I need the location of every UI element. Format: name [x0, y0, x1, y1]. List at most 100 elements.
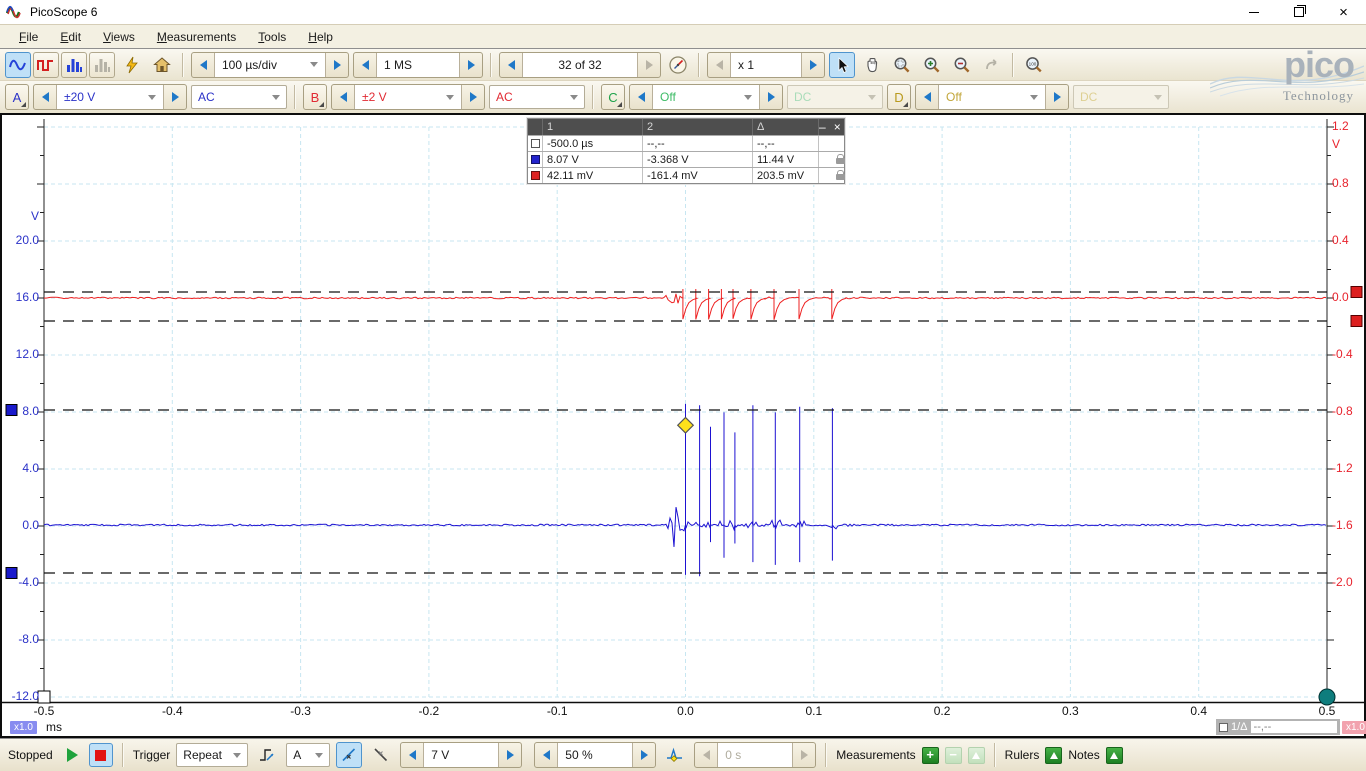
delay-down-button[interactable]: [695, 743, 717, 767]
menu-views[interactable]: Views: [92, 27, 146, 47]
title-bar: PicoScope 6 ×: [0, 0, 1366, 24]
lock-icon[interactable]: [836, 158, 845, 164]
channel-b-ruler-2-value: -161.4 mV: [642, 168, 752, 183]
zoom-factor-field[interactable]: x 1: [730, 53, 802, 77]
trigger-level-down-button[interactable]: [401, 743, 423, 767]
add-measurement-button[interactable]: +: [922, 747, 939, 764]
left-axis-tick-label: 0.0: [2, 518, 39, 532]
hysteresis-up-button[interactable]: [633, 743, 655, 767]
channel-d-range-next[interactable]: [1046, 85, 1068, 109]
hand-tool-button[interactable]: [859, 52, 885, 78]
channel-b-coupling-select[interactable]: AC: [489, 85, 585, 109]
channel-d-range-select[interactable]: Off: [938, 85, 1046, 109]
persistence-disabled-button: [89, 52, 115, 78]
samples-next-button[interactable]: [460, 53, 482, 77]
channel-c-range-select[interactable]: Off: [652, 85, 760, 109]
buffer-overview-button[interactable]: [665, 52, 691, 78]
channel-c-range-next[interactable]: [760, 85, 782, 109]
hysteresis-down-button[interactable]: [535, 743, 557, 767]
channel-b-range-next[interactable]: [462, 85, 484, 109]
zoom-marquee-button[interactable]: [889, 52, 915, 78]
zoom-100-button[interactable]: 100: [1021, 52, 1047, 78]
channel-a-coupling-select[interactable]: AC: [191, 85, 287, 109]
buffer-value: 32 of 32: [558, 58, 601, 72]
channel-c-options-button[interactable]: C: [601, 84, 625, 110]
persistence-view-button[interactable]: [33, 52, 59, 78]
lock-icon[interactable]: [836, 174, 845, 180]
channel-a-range-next[interactable]: [164, 85, 186, 109]
rising-edge-button[interactable]: [336, 742, 362, 768]
minimize-button[interactable]: [1231, 0, 1276, 24]
samples-field[interactable]: 1 MS: [376, 53, 460, 77]
menu-file[interactable]: File: [8, 27, 49, 47]
home-settings-button[interactable]: [149, 52, 175, 78]
x-axis-tick-label: 0.0: [664, 704, 708, 718]
left-axis-tick-label: -4.0: [2, 575, 39, 589]
buffer-prev-button[interactable]: [500, 53, 522, 77]
falling-edge-icon: [372, 746, 390, 764]
trigger-level-field[interactable]: 7 V: [423, 743, 499, 767]
trigger-marker-button[interactable]: [662, 742, 688, 768]
channel-a-range-select[interactable]: ±20 V: [56, 85, 164, 109]
channel-d-label: D: [894, 90, 903, 105]
time-ruler-handle[interactable]: [38, 691, 50, 703]
falling-edge-button[interactable]: [368, 742, 394, 768]
restore-button[interactable]: [1276, 0, 1321, 24]
pointer-tool-button[interactable]: [829, 52, 855, 78]
channel-b-label: B: [311, 90, 320, 105]
overlay-close-button[interactable]: ×: [834, 121, 841, 133]
channel-b-ruler-handle[interactable]: [1351, 315, 1362, 326]
delay-up-button[interactable]: [793, 743, 815, 767]
menu-edit[interactable]: Edit: [49, 27, 92, 47]
close-button[interactable]: ×: [1321, 0, 1366, 24]
inverse-delta-checkbox[interactable]: [1219, 723, 1228, 732]
x-axis-tick-label: 0.4: [1177, 704, 1221, 718]
channel-a-ruler-delta-value: 11.44 V: [752, 152, 818, 167]
trigger-source-select[interactable]: A: [286, 743, 330, 767]
auto-setup-button[interactable]: [119, 52, 145, 78]
zoom-in-button[interactable]: [919, 52, 945, 78]
menu-help[interactable]: Help: [297, 27, 344, 47]
channel-d-range-prev[interactable]: [916, 85, 938, 109]
magnifier-marquee-icon: [893, 56, 911, 74]
stop-button[interactable]: [89, 743, 113, 767]
channel-b-range-prev[interactable]: [332, 85, 354, 109]
menu-tools[interactable]: Tools: [247, 27, 297, 47]
advanced-trigger-button[interactable]: [254, 742, 280, 768]
buffer-field[interactable]: 32 of 32: [522, 53, 638, 77]
samples-prev-button[interactable]: [354, 53, 376, 77]
trigger-mode-select[interactable]: Repeat: [176, 743, 248, 767]
hysteresis-value: 50 %: [565, 748, 592, 762]
overlay-minimize-button[interactable]: –: [819, 121, 826, 133]
ruler-measurement-overlay[interactable]: 1 2 Δ – × -500.0 µs --,-- --,-- 8.07 V -…: [527, 118, 845, 184]
run-button[interactable]: [63, 744, 83, 766]
spectrum-view-button[interactable]: [61, 52, 87, 78]
channel-b-options-button[interactable]: B: [303, 84, 327, 110]
notes-panel-button[interactable]: [1106, 747, 1123, 764]
channel-a-range-prev[interactable]: [34, 85, 56, 109]
time-ruler-row: -500.0 µs --,-- --,--: [528, 135, 844, 151]
time-ruler-handle-unused[interactable]: [1319, 689, 1335, 705]
menu-bar: FileEditViewsMeasurementsToolsHelp: [0, 24, 1366, 49]
channel-c-range-prev[interactable]: [630, 85, 652, 109]
main-toolbar: 100 µs/div 1 MS 32 of 32: [0, 49, 1366, 81]
timebase-next-button[interactable]: [326, 53, 348, 77]
rulers-panel-button[interactable]: [1045, 747, 1062, 764]
channel-d-options-button[interactable]: D: [887, 84, 911, 110]
zoom-prev-button[interactable]: [708, 53, 730, 77]
timebase-select[interactable]: 100 µs/div: [214, 53, 326, 77]
hysteresis-field[interactable]: 50 %: [557, 743, 633, 767]
channel-b-range-select[interactable]: ±2 V: [354, 85, 462, 109]
trigger-level-up-button[interactable]: [499, 743, 521, 767]
timebase-prev-button[interactable]: [192, 53, 214, 77]
right-axis-tick-label: -0.4: [1332, 347, 1353, 361]
zoom-out-button[interactable]: [949, 52, 975, 78]
channel-a-options-button[interactable]: A: [5, 84, 29, 110]
buffer-next-button[interactable]: [638, 53, 660, 77]
trigger-hysteresis-control: 50 %: [534, 742, 656, 768]
channel-b-ruler-handle[interactable]: [1351, 286, 1362, 297]
zoom-next-button[interactable]: [802, 53, 824, 77]
menu-measurements[interactable]: Measurements: [146, 27, 247, 47]
scope-view-button[interactable]: [5, 52, 31, 78]
trigger-marker-diamond[interactable]: [678, 417, 694, 433]
